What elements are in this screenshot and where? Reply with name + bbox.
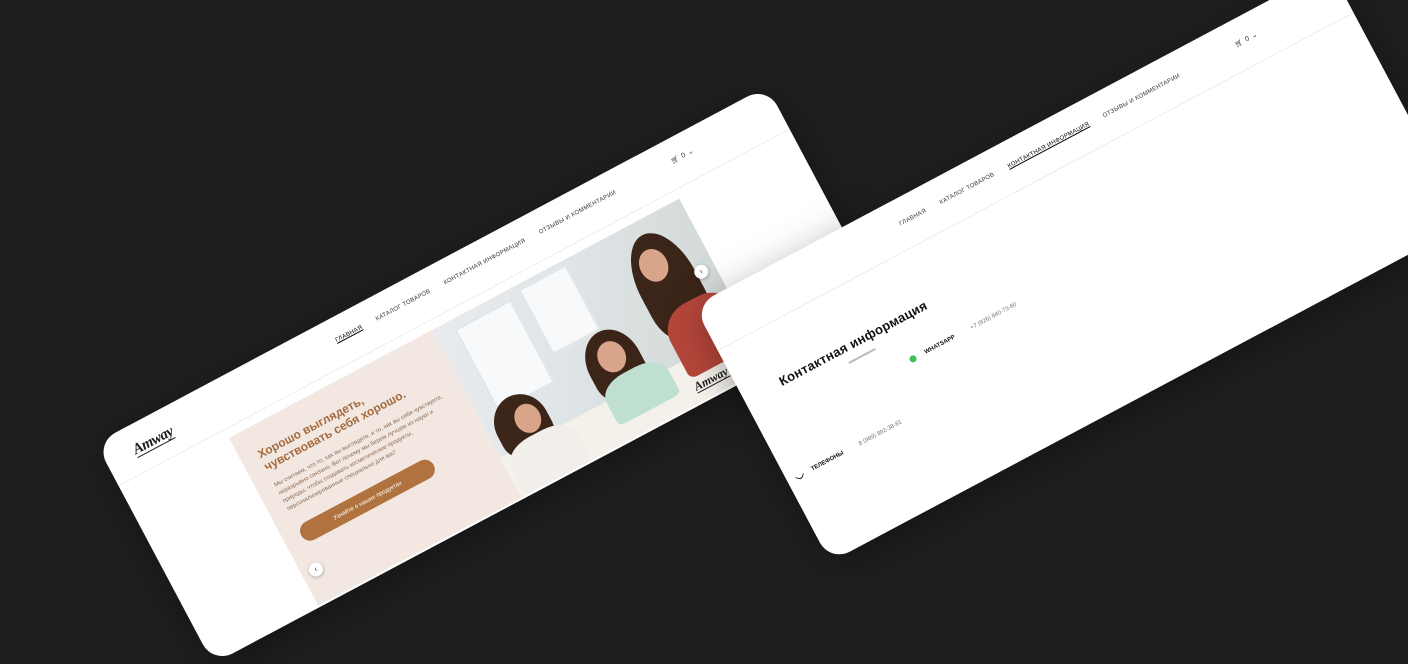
- nav-contacts[interactable]: Контактная информация: [1007, 122, 1091, 170]
- whatsapp-label: WhatsApp: [923, 333, 957, 356]
- nav-home[interactable]: Главная: [335, 325, 364, 344]
- cart-icon: 🛒︎: [669, 155, 681, 166]
- cart-button[interactable]: 🛒︎ 0 ⌄: [1233, 30, 1259, 49]
- nav-reviews[interactable]: Отзывы и комментарии: [1102, 73, 1181, 119]
- nav-contacts[interactable]: Контактная информация: [443, 238, 527, 286]
- whatsapp-icon: [908, 354, 918, 364]
- cart-count: 0: [1243, 34, 1251, 43]
- contacts-page-card: Главная Каталог товаров Контактная инфор…: [694, 0, 1408, 563]
- cart-count: 0: [680, 151, 687, 160]
- amway-logo[interactable]: Amway: [130, 424, 177, 459]
- chevron-down-icon: ⌄: [1250, 31, 1259, 41]
- nav-reviews[interactable]: Отзывы и комментарии: [538, 190, 617, 236]
- phone-number[interactable]: 8 (969) 892-38-81: [858, 419, 903, 447]
- phone-icon: [795, 471, 805, 481]
- whatsapp-number[interactable]: +7 (926) 840-73-60: [969, 301, 1017, 330]
- chevron-left-icon[interactable]: ‹: [306, 560, 326, 579]
- nav-catalog[interactable]: Каталог товаров: [939, 172, 996, 206]
- phones-label: Телефоны: [810, 449, 845, 473]
- hero-section: Хорошо выглядеть, чувствовать себя хорош…: [228, 198, 769, 606]
- nav-catalog[interactable]: Каталог товаров: [375, 289, 432, 323]
- cart-button[interactable]: 🛒︎ 0 ⌄: [669, 147, 695, 166]
- nav-home[interactable]: Главная: [899, 208, 928, 227]
- page-title: Контактная информация: [776, 297, 930, 389]
- chevron-down-icon: ⌄: [686, 147, 695, 157]
- cart-icon: 🛒︎: [1233, 38, 1245, 50]
- main-nav: Главная Каталог товаров Контактная инфор…: [899, 73, 1182, 227]
- phones-row: Телефоны 8 (969) 892-38-81: [795, 419, 903, 481]
